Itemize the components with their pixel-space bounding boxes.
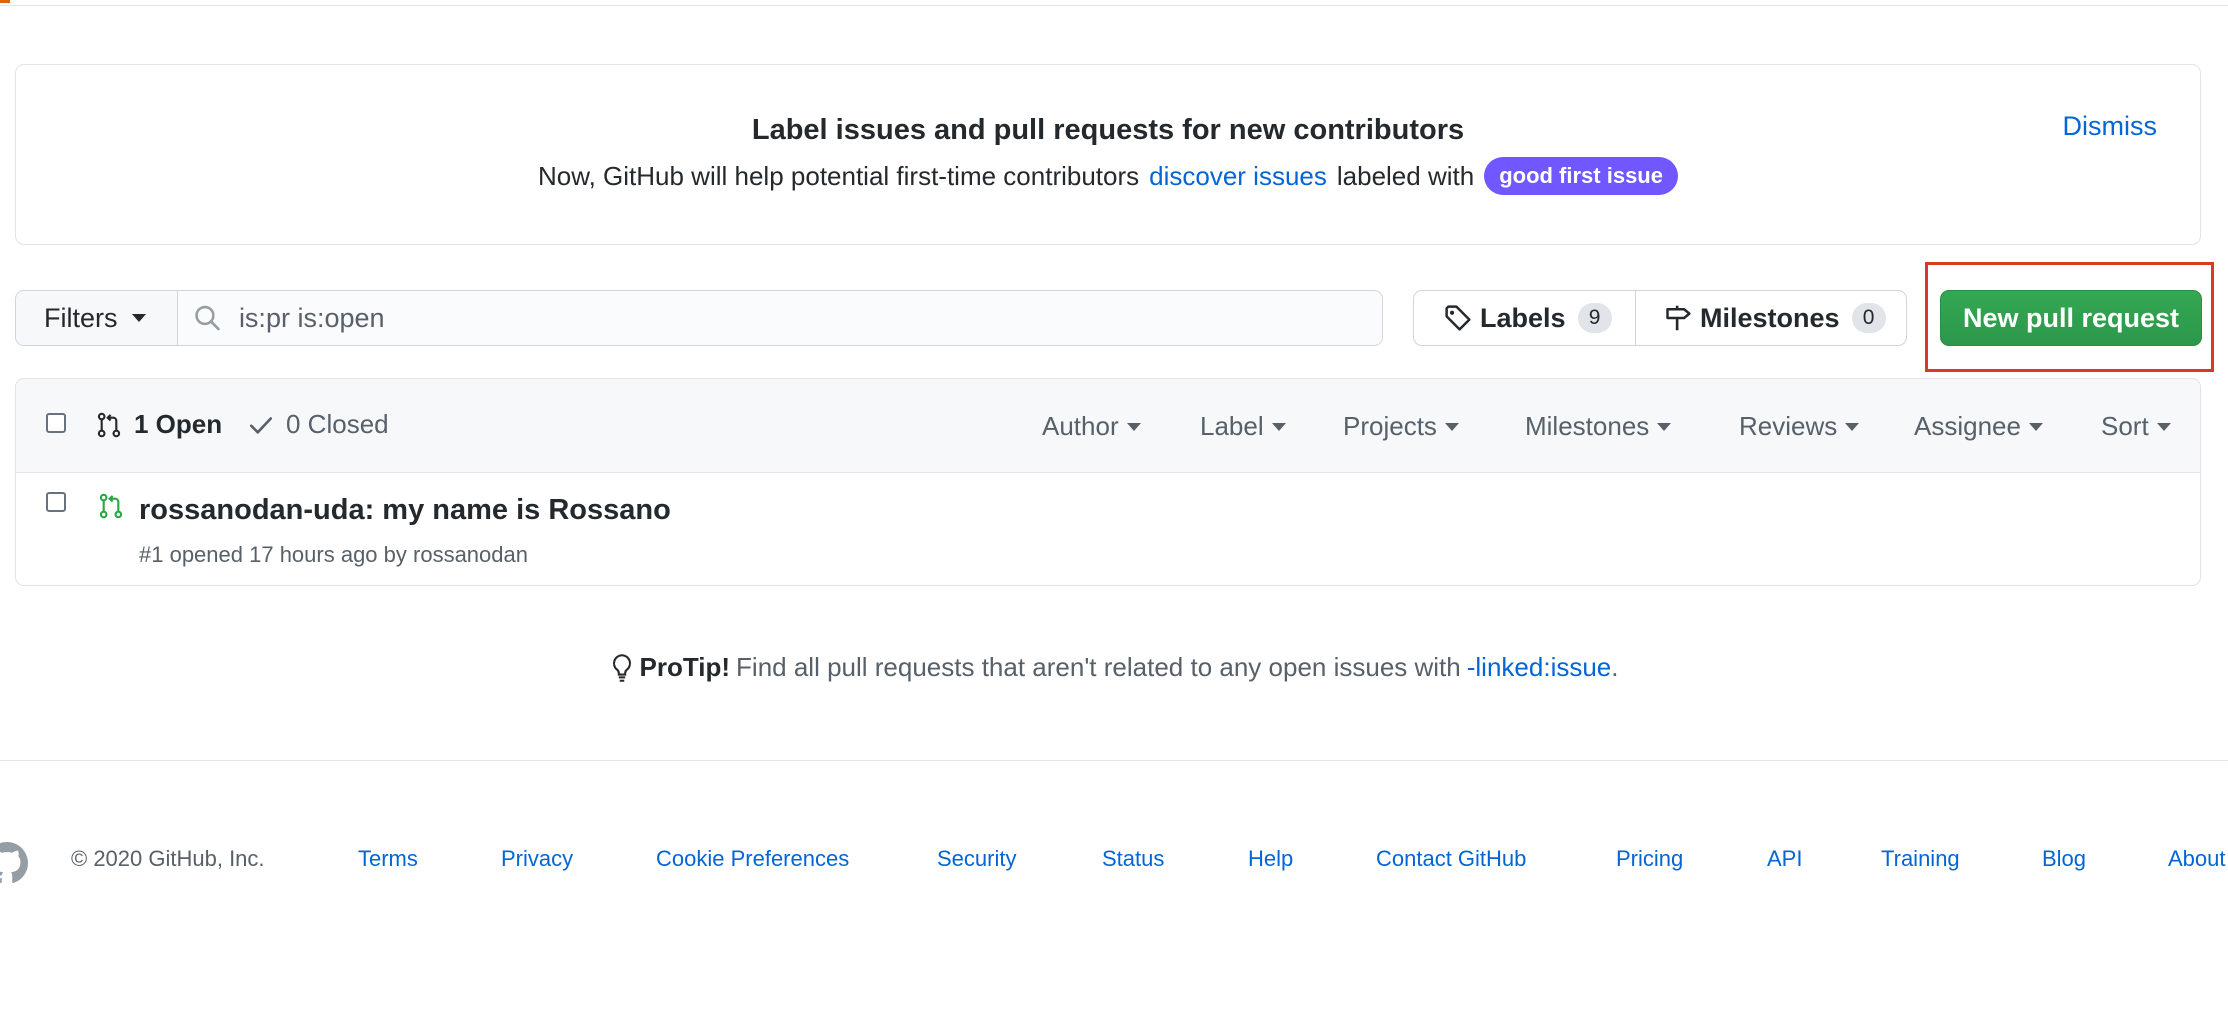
pull-request-title[interactable]: rossanodan-uda: my name is Rossano [139,494,671,527]
author-filter-label: Author [1042,411,1119,441]
new-contributors-banner: Label issues and pull requests for new c… [15,64,2201,245]
protip: ProTip! Find all pull requests that aren… [0,652,2228,683]
milestones-count: 0 [1851,303,1886,333]
check-icon [249,416,273,434]
footer-link-blog[interactable]: Blog [2042,846,2086,872]
footer-link-training[interactable]: Training [1881,846,1960,872]
milestones-button[interactable]: Milestones 0 [1636,291,1906,345]
footer-link-api[interactable]: API [1767,846,1802,872]
filters-label: Filters [44,302,118,333]
open-filter-tab[interactable]: 1 Open [96,409,222,440]
discover-issues-link[interactable]: discover issues [1149,161,1327,192]
pull-requests-list: 1 Open 0 Closed Author Label Projects Mi… [15,378,2201,586]
protip-text: Find all pull requests that aren't relat… [736,652,1461,682]
caret-down-icon [1271,422,1286,431]
open-count-label: 1 Open [134,409,223,439]
caret-down-icon [1657,422,1672,431]
reviews-filter-label: Reviews [1739,411,1838,441]
sort-filter[interactable]: Sort [2101,411,2171,442]
footer-link-terms[interactable]: Terms [358,846,418,872]
assignee-filter-label: Assignee [1914,411,2021,441]
search-icon [195,305,220,331]
sort-filter-label: Sort [2101,411,2149,441]
select-all-checkbox[interactable] [46,413,66,433]
banner-title: Label issues and pull requests for new c… [751,114,1465,146]
closed-filter-tab[interactable]: 0 Closed [248,409,389,440]
search-input[interactable] [238,291,1382,345]
reviews-filter[interactable]: Reviews [1739,411,1860,442]
milestones-filter[interactable]: Milestones [1525,411,1672,442]
labels-milestones-group: Labels 9 Milestones 0 [1413,290,1907,346]
caret-down-icon [2028,422,2043,431]
list-header: 1 Open 0 Closed Author Label Projects Mi… [16,379,2200,473]
github-logo-icon[interactable] [0,842,28,884]
caret-down-icon [1126,422,1141,431]
label-filter[interactable]: Label [1200,411,1286,442]
copyright: © 2020 GitHub, Inc. [71,846,265,871]
assignee-filter[interactable]: Assignee [1914,411,2043,442]
labels-button[interactable]: Labels 9 [1414,291,1636,345]
milestones-label: Milestones [1700,302,1840,333]
linked-issue-link[interactable]: -linked:issue [1467,652,1612,683]
footer-link-security[interactable]: Security [937,846,1016,872]
table-row[interactable]: rossanodan-uda: my name is Rossano #1 op… [16,474,2200,585]
protip-label: ProTip! [639,652,731,682]
footer-link-status[interactable]: Status [1102,846,1164,872]
filter-search-group: Filters [15,290,1383,346]
author-filter[interactable]: Author [1042,411,1141,442]
filters-dropdown[interactable]: Filters [16,291,178,345]
good-first-issue-badge[interactable]: good first issue [1484,157,1678,195]
pull-request-icon [97,412,121,437]
banner-sub-before: Now, GitHub will help potential first-ti… [538,160,1140,191]
row-checkbox[interactable] [46,492,66,512]
new-pull-request-button[interactable]: New pull request [1940,290,2202,346]
lightbulb-icon [612,653,631,682]
footer-divider [0,760,2228,761]
caret-down-icon [131,314,146,322]
footer-link-contact-github[interactable]: Contact GitHub [1376,846,1526,872]
banner-sub-after: labeled with [1336,160,1475,191]
milestones-filter-label: Milestones [1525,411,1650,441]
footer: © 2020 GitHub, Inc. Terms Privacy Cookie… [0,842,2228,884]
footer-link-pricing[interactable]: Pricing [1616,846,1683,872]
dismiss-button[interactable]: Dismiss [2063,111,2158,142]
footer-link-about[interactable]: About [2168,846,2226,872]
banner-subtitle: Now, GitHub will help potential first-ti… [16,157,2200,195]
top-accent [0,0,10,3]
footer-link-privacy[interactable]: Privacy [501,846,573,872]
tag-icon [1445,305,1471,331]
search-wrap [178,291,1382,345]
caret-down-icon [2156,422,2171,431]
closed-count-label: 0 Closed [286,409,389,439]
footer-link-help[interactable]: Help [1248,846,1293,872]
projects-filter-label: Projects [1343,411,1437,441]
label-filter-label: Label [1200,411,1264,441]
header-divider [0,5,2228,6]
labels-label: Labels [1480,302,1566,333]
protip-end: . [1611,652,1619,682]
caret-down-icon [1444,422,1459,431]
pull-request-meta: #1 opened 17 hours ago by rossanodan [139,542,528,567]
footer-link-cookie-preferences[interactable]: Cookie Preferences [656,846,849,872]
labels-count: 9 [1577,303,1612,333]
projects-filter[interactable]: Projects [1343,411,1459,442]
open-pull-request-icon [99,493,123,519]
milestone-icon [1666,305,1691,331]
caret-down-icon [1845,422,1860,431]
